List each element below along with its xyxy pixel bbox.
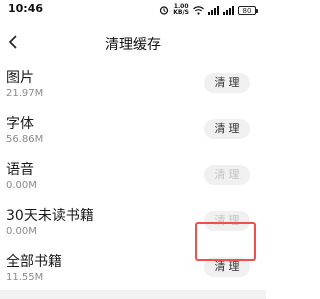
clean-fonts-button[interactable]: 清理 <box>204 119 250 139</box>
cache-item-unread-books: 30天未读书籍 0.00M 清理 <box>0 200 266 246</box>
page-title: 清理缓存 <box>105 37 161 53</box>
item-size: 0.00M <box>6 180 37 191</box>
clean-all-books-button[interactable]: 清理 <box>204 257 250 277</box>
chevron-left-icon <box>8 34 18 53</box>
item-title: 图片 <box>6 70 34 86</box>
wifi-icon <box>193 5 204 15</box>
clean-unread-books-button[interactable]: 清理 <box>204 211 250 231</box>
header: 清理缓存 <box>0 28 266 58</box>
cache-item-fonts: 字体 56.86M 清理 <box>0 108 266 154</box>
network-speed-unit: KB/S <box>173 9 189 16</box>
status-bar: 10:46 1.00 KB/S 80 <box>0 0 266 22</box>
item-title: 全部书籍 <box>6 254 62 270</box>
network-speed: 1.00 KB/S <box>173 4 189 16</box>
item-title: 30天未读书籍 <box>6 208 94 224</box>
cache-list: 图片 21.97M 清理 字体 56.86M 清理 语音 0.00M 清理 30… <box>0 62 266 292</box>
bottom-band <box>0 290 266 299</box>
cache-item-all-books: 全部书籍 11.55M 清理 <box>0 246 266 292</box>
clean-images-button[interactable]: 清理 <box>204 73 250 93</box>
clean-audio-button[interactable]: 清理 <box>204 165 250 185</box>
status-time: 10:46 <box>8 2 44 15</box>
item-title: 字体 <box>6 116 34 132</box>
battery-icon: 80 <box>238 5 258 15</box>
status-icons: 1.00 KB/S 80 <box>159 4 258 16</box>
cache-item-images: 图片 21.97M 清理 <box>0 62 266 108</box>
item-size: 0.00M <box>6 226 37 237</box>
item-title: 语音 <box>6 162 34 178</box>
signal-icon-2 <box>223 5 234 15</box>
item-size: 11.55M <box>6 272 44 283</box>
cache-item-audio: 语音 0.00M 清理 <box>0 154 266 200</box>
alarm-icon <box>159 5 169 15</box>
item-size: 21.97M <box>6 88 44 99</box>
signal-icon-1 <box>208 5 219 15</box>
item-size: 56.86M <box>6 134 44 145</box>
back-button[interactable] <box>2 30 24 56</box>
